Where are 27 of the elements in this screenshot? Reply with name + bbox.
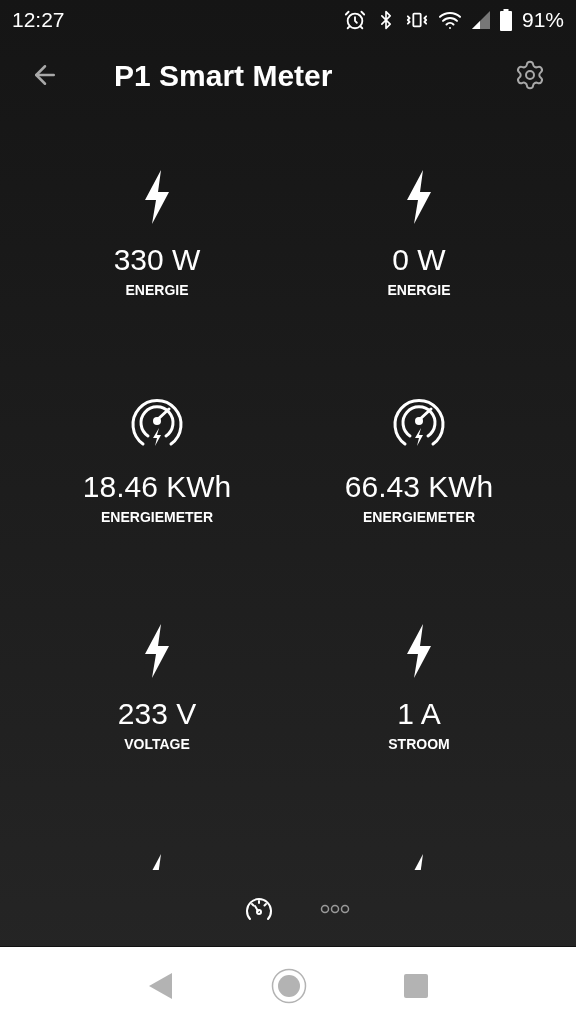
status-time: 12:27 <box>12 7 65 34</box>
reading-value: 233 V <box>117 696 197 732</box>
reading-label: ENERGIE <box>125 281 189 300</box>
lightning-bolt-icon <box>152 854 162 870</box>
reading-label: ENERGIEMETER <box>363 508 475 527</box>
reading-label: STROOM <box>388 735 450 754</box>
page-title: P1 Smart Meter <box>114 57 333 94</box>
gear-icon <box>514 59 546 91</box>
reading-value: 66.43 KWh <box>344 469 494 505</box>
dots-icon <box>320 904 350 914</box>
speedometer-icon <box>244 896 274 922</box>
signal-icon <box>471 11 490 29</box>
alarm-icon <box>343 9 366 31</box>
reading-value: 1 A <box>397 696 441 732</box>
reading-label: ENERGIEMETER <box>101 508 213 527</box>
reading-value: 18.46 KWh <box>82 469 232 505</box>
reading-label: ENERGIE <box>387 281 451 300</box>
battery-percentage: 91% <box>521 7 564 34</box>
lightning-bolt-icon <box>143 624 171 678</box>
lightning-bolt-icon <box>143 170 171 224</box>
reading-value: 0 W <box>392 242 446 278</box>
reading-value: 330 W <box>113 242 201 278</box>
lightning-bolt-icon <box>405 170 433 224</box>
reading-label: VOLTAGE <box>124 735 190 754</box>
lightning-bolt-icon <box>414 854 424 870</box>
lightning-bolt-icon <box>405 624 433 678</box>
battery-icon <box>499 9 512 31</box>
